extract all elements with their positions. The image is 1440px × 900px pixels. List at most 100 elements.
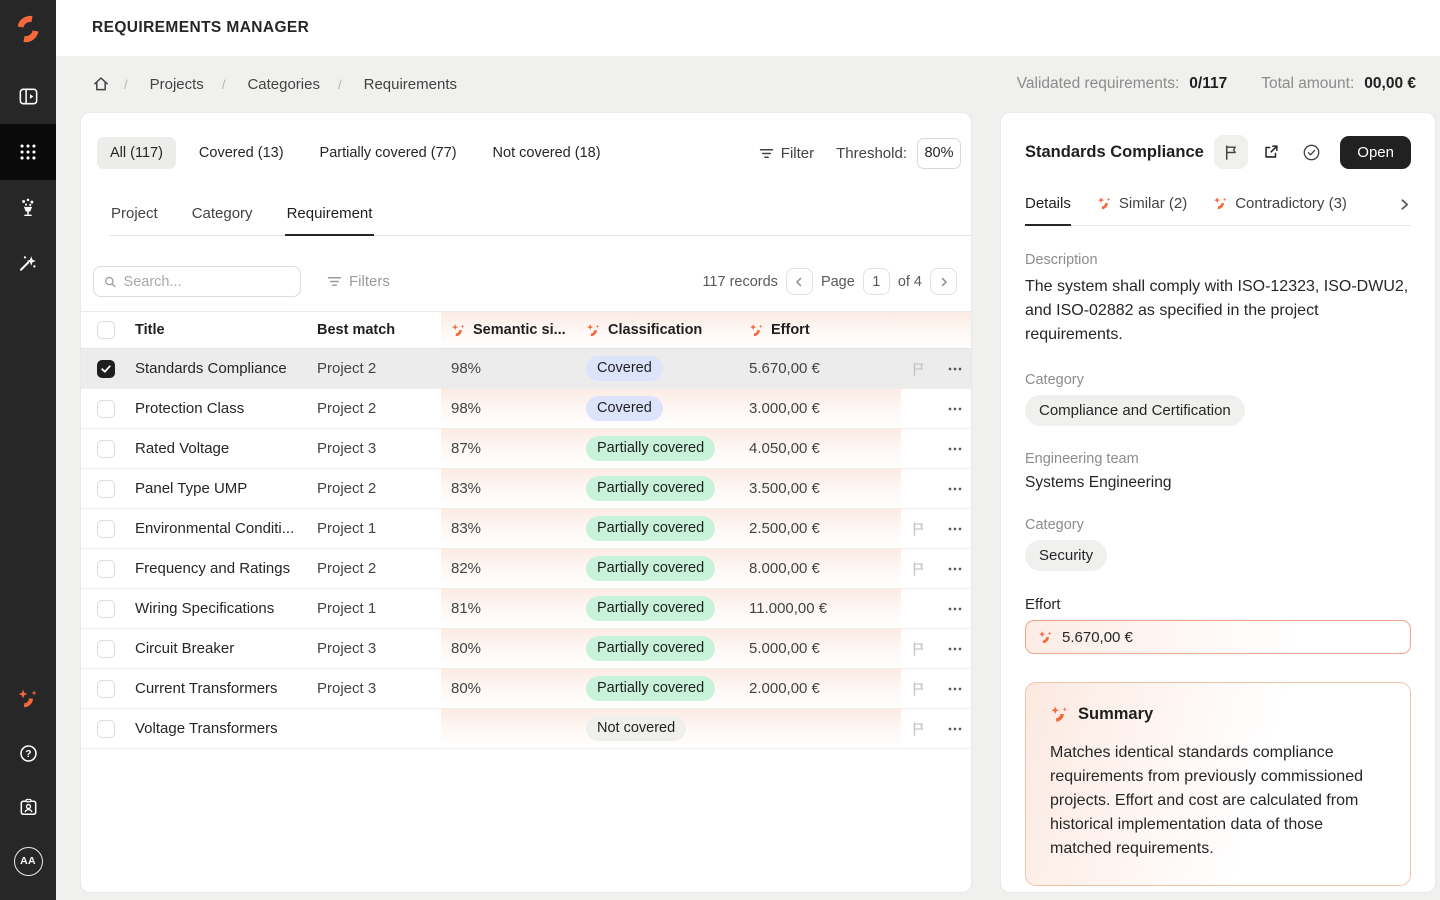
- ai-assistant-icon[interactable]: [0, 672, 56, 726]
- sidebar-item-wand-icon[interactable]: [0, 236, 56, 292]
- row-checkbox[interactable]: [97, 520, 115, 538]
- table-row[interactable]: Protection ClassProject 298%Covered3.000…: [81, 389, 972, 429]
- app-logo-icon[interactable]: [11, 12, 45, 46]
- row-more-button[interactable]: [941, 475, 969, 503]
- row-title: Rated Voltage: [125, 429, 305, 468]
- sidebar-nav: [0, 68, 56, 292]
- row-checkbox[interactable]: [97, 440, 115, 458]
- tab-details[interactable]: Details: [1025, 195, 1071, 225]
- prev-page-button[interactable]: [786, 268, 813, 295]
- row-more-cell: [937, 469, 972, 508]
- breadcrumb-separator: /: [110, 77, 146, 92]
- row-title: Voltage Transformers: [125, 709, 305, 748]
- breadcrumb-item-categories[interactable]: Categories: [243, 76, 324, 93]
- row-classification: Partially covered: [576, 629, 739, 668]
- user-avatar[interactable]: AA: [0, 834, 56, 888]
- column-header-title[interactable]: Title: [125, 312, 305, 348]
- tab-contradictory[interactable]: Contradictory (3): [1213, 195, 1347, 225]
- flag-icon[interactable]: [911, 721, 927, 737]
- tab-category[interactable]: Category: [190, 205, 255, 235]
- flag-button[interactable]: [1214, 135, 1248, 169]
- filters-button[interactable]: Filters: [327, 273, 390, 290]
- row-classification: Covered: [576, 389, 739, 428]
- table-row[interactable]: Environmental Conditi...Project 183%Part…: [81, 509, 972, 549]
- row-checkbox[interactable]: [97, 560, 115, 578]
- row-more-button[interactable]: [941, 355, 969, 383]
- next-page-button[interactable]: [930, 268, 957, 295]
- flag-icon[interactable]: [911, 681, 927, 697]
- flag-icon[interactable]: [911, 561, 927, 577]
- column-header-best-match[interactable]: Best match: [305, 312, 441, 348]
- row-more-button[interactable]: [941, 715, 969, 743]
- tabs-scroll-right-button[interactable]: [1398, 198, 1411, 223]
- table-row[interactable]: Standards ComplianceProject 298%Covered5…: [81, 349, 972, 389]
- row-checkbox-cell: [81, 509, 125, 548]
- filter-tab-covered[interactable]: Covered (13): [186, 137, 297, 169]
- search-field[interactable]: [124, 274, 290, 290]
- tab-project[interactable]: Project: [109, 205, 160, 235]
- filter-tab-partially-covered[interactable]: Partially covered (77): [307, 137, 470, 169]
- select-all-checkbox[interactable]: [97, 321, 115, 339]
- table-row[interactable]: Frequency and RatingsProject 282%Partial…: [81, 549, 972, 589]
- flag-icon[interactable]: [911, 521, 927, 537]
- filter-button[interactable]: Filter: [759, 145, 814, 162]
- row-semantic-similarity: 80%: [441, 629, 576, 668]
- validate-button[interactable]: [1294, 135, 1328, 169]
- row-checkbox[interactable]: [97, 480, 115, 498]
- table-row[interactable]: Circuit BreakerProject 380%Partially cov…: [81, 629, 972, 669]
- row-more-button[interactable]: [941, 435, 969, 463]
- row-more-button[interactable]: [941, 675, 969, 703]
- row-checkbox[interactable]: [97, 400, 115, 418]
- row-checkbox[interactable]: [97, 640, 115, 658]
- tab-requirement[interactable]: Requirement: [285, 205, 375, 235]
- filter-tab-all[interactable]: All (117): [97, 137, 176, 169]
- effort-input[interactable]: 5.670,00 €: [1025, 620, 1411, 654]
- row-title: Panel Type UMP: [125, 469, 305, 508]
- breadcrumb-item-requirements[interactable]: Requirements: [360, 76, 461, 93]
- help-icon[interactable]: ?: [0, 726, 56, 780]
- row-checkbox[interactable]: [97, 600, 115, 618]
- total-amount-value: 00,00 €: [1364, 75, 1416, 93]
- column-header-semantic-similarity[interactable]: Semantic si...: [441, 312, 576, 348]
- table-row[interactable]: Wiring SpecificationsProject 181%Partial…: [81, 589, 972, 629]
- row-more-button[interactable]: [941, 395, 969, 423]
- column-header-label: Effort: [771, 322, 810, 338]
- sidebar-item-apps-grid-icon[interactable]: [0, 124, 56, 180]
- page-number-input[interactable]: 1: [863, 268, 890, 295]
- row-more-button[interactable]: [941, 555, 969, 583]
- row-checkbox[interactable]: [97, 680, 115, 698]
- row-semantic-similarity: [441, 709, 576, 748]
- filter-tab-not-covered[interactable]: Not covered (18): [480, 137, 614, 169]
- row-classification: Covered: [576, 349, 739, 388]
- threshold-input[interactable]: 80%: [917, 138, 961, 169]
- classification-pill: Partially covered: [586, 596, 715, 621]
- open-external-button[interactable]: [1254, 135, 1288, 169]
- table-row[interactable]: Voltage TransformersNot covered: [81, 709, 972, 749]
- contact-badge-icon[interactable]: [0, 780, 56, 834]
- flag-icon[interactable]: [911, 361, 927, 377]
- search-input[interactable]: [93, 266, 301, 297]
- column-header-classification[interactable]: Classification: [576, 312, 739, 348]
- panel-toggle-icon[interactable]: [0, 68, 56, 124]
- row-more-button[interactable]: [941, 595, 969, 623]
- table-row[interactable]: Rated VoltageProject 387%Partially cover…: [81, 429, 972, 469]
- row-checkbox[interactable]: [97, 720, 115, 738]
- row-more-button[interactable]: [941, 515, 969, 543]
- home-icon[interactable]: [92, 75, 110, 93]
- column-header-effort[interactable]: Effort: [739, 312, 901, 348]
- validated-requirements-label: Validated requirements:: [1017, 75, 1180, 93]
- table-row[interactable]: Panel Type UMPProject 283%Partially cove…: [81, 469, 972, 509]
- open-button[interactable]: Open: [1340, 136, 1411, 169]
- row-more-button[interactable]: [941, 635, 969, 663]
- category-label: Category: [1025, 372, 1411, 388]
- total-amount-label: Total amount:: [1261, 75, 1354, 93]
- row-best-match: Project 1: [305, 509, 441, 548]
- tab-similar[interactable]: Similar (2): [1097, 195, 1187, 225]
- table-row[interactable]: Current TransformersProject 380%Partiall…: [81, 669, 972, 709]
- row-more-cell: [937, 669, 972, 708]
- ai-summary-card: Summary Matches identical standards comp…: [1025, 682, 1411, 886]
- row-checkbox[interactable]: [97, 360, 115, 378]
- breadcrumb-item-projects[interactable]: Projects: [146, 76, 208, 93]
- sidebar-item-magic-icon[interactable]: [0, 180, 56, 236]
- flag-icon[interactable]: [911, 641, 927, 657]
